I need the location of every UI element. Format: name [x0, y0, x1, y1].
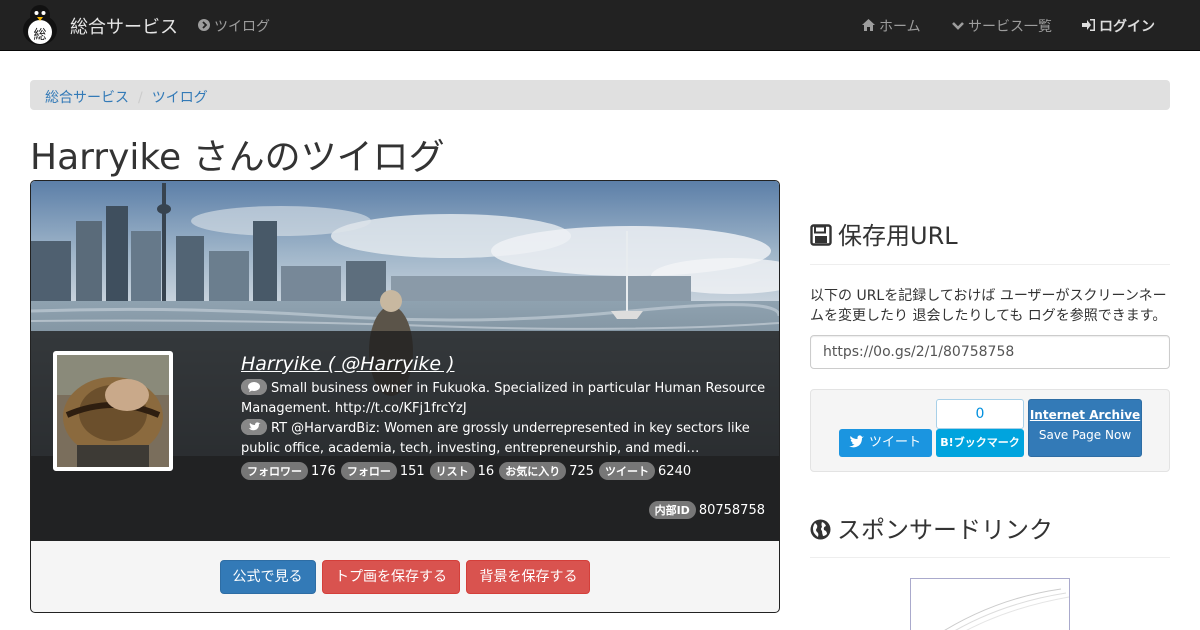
profile-action-buttons: 公式で見る トプ画を保存する 背景を保存する [31, 560, 779, 594]
internal-id-value: 80758758 [698, 503, 765, 518]
nav-services-link[interactable]: サービス一覧 [952, 16, 1052, 36]
twitter-bird-icon [849, 432, 865, 460]
sign-in-icon [1082, 19, 1095, 35]
globe-icon [810, 518, 831, 546]
logo-char: 総 [33, 28, 46, 43]
stat-badge-tweets: ツイート [599, 462, 656, 480]
save-url-divider [810, 264, 1170, 265]
save-url-description: 以下の URLを記録しておけば ユーザーがスクリーンネームを変更したり 退会した… [810, 288, 1167, 324]
stat-value-tweets: 6240 [658, 464, 692, 479]
chevron-circle-right-icon [198, 19, 210, 35]
save-icon-image-button[interactable]: トプ画を保存する [322, 560, 460, 594]
nav-login-link[interactable]: ログイン [1082, 16, 1155, 36]
floppy-disk-icon [810, 224, 832, 252]
breadcrumb: 総合サービス / ツイログ [30, 80, 1170, 110]
internal-id: 内部ID 80758758 [648, 501, 765, 519]
save-background-button[interactable]: 背景を保存する [466, 560, 591, 594]
chevron-down-icon [952, 19, 964, 35]
profile-card: Harryike ( @Harryike ) Small business ow… [30, 180, 780, 613]
view-official-button[interactable]: 公式で見る [219, 560, 316, 594]
tweet-share-label: ツイート [869, 435, 922, 450]
profile-bio-text: Small business owner in Fukuoka. Special… [241, 381, 766, 416]
nav-home-label: ホーム [879, 19, 921, 35]
share-buttons-panel: ツイート 0 B!ブックマーク Internet Archive Save Pa… [810, 389, 1170, 472]
stat-badge-followers: フォロワー [241, 462, 308, 480]
sponsored-title: スポンサードリンク [837, 516, 1053, 544]
stat-badge-lists: リスト [429, 462, 475, 480]
tweet-share-button[interactable]: ツイート [839, 429, 932, 457]
breadcrumb-separator: / [138, 90, 143, 106]
hatena-bookmark-count: 0 [936, 399, 1024, 429]
profile-bio: Small business owner in Fukuoka. Special… [241, 379, 766, 419]
stat-badge-following: フォロー [340, 462, 397, 480]
profile-latest-tweet: RT @HarvardBiz: Women are grossly underr… [241, 419, 766, 459]
breadcrumb-home-link[interactable]: 総合サービス [45, 90, 129, 106]
home-icon [862, 19, 875, 35]
profile-avatar[interactable] [53, 351, 173, 471]
breadcrumb-current-link[interactable]: ツイログ [152, 90, 208, 106]
profile-name-link[interactable]: Harryike ( @Harryike ) [241, 353, 454, 375]
twitter-bird-icon [241, 419, 267, 435]
internet-archive-title: Internet Archive [1029, 408, 1141, 422]
hatena-bookmark-button[interactable]: B!ブックマーク [936, 429, 1024, 457]
nav-home-link[interactable]: ホーム [862, 16, 921, 36]
stat-value-lists: 16 [477, 464, 495, 479]
sponsored-heading: スポンサードリンク [810, 510, 1053, 546]
sponsored-ad-banner[interactable] [910, 578, 1070, 630]
brand-logo[interactable]: 総 [18, 2, 62, 46]
internet-archive-button[interactable]: Internet Archive Save Page Now [1028, 399, 1142, 457]
save-url-title: 保存用URL [838, 222, 958, 250]
top-navbar: 総 総合サービス ツイログ ホーム サービス一覧 ログイン [0, 0, 1200, 51]
page-title: Harryike さんのツイログ [30, 137, 445, 178]
nav-tweelog-link[interactable]: ツイログ [198, 16, 270, 36]
save-url-heading: 保存用URL [810, 216, 958, 252]
nav-login-label: ログイン [1099, 19, 1155, 35]
internal-id-badge: 内部ID [648, 501, 696, 519]
save-url-input[interactable] [810, 335, 1170, 369]
nav-services-label: サービス一覧 [968, 19, 1052, 35]
stat-badge-favorites: お気に入り [499, 462, 567, 480]
sponsored-divider [810, 557, 1170, 558]
stat-value-followers: 176 [311, 464, 336, 479]
internet-archive-subtitle: Save Page Now [1038, 428, 1132, 442]
profile-stats: フォロワー 176 フォロー 151 リスト 16 お気に入り 725 ツイート 6240 [241, 462, 696, 480]
comment-icon [241, 379, 267, 395]
stat-value-following: 151 [399, 464, 425, 479]
nav-tweelog-label: ツイログ [214, 19, 270, 35]
stat-value-favorites: 725 [569, 464, 595, 479]
profile-latest-tweet-text: RT @HarvardBiz: Women are grossly underr… [241, 421, 750, 456]
brand-name[interactable]: 総合サービス [70, 13, 178, 39]
